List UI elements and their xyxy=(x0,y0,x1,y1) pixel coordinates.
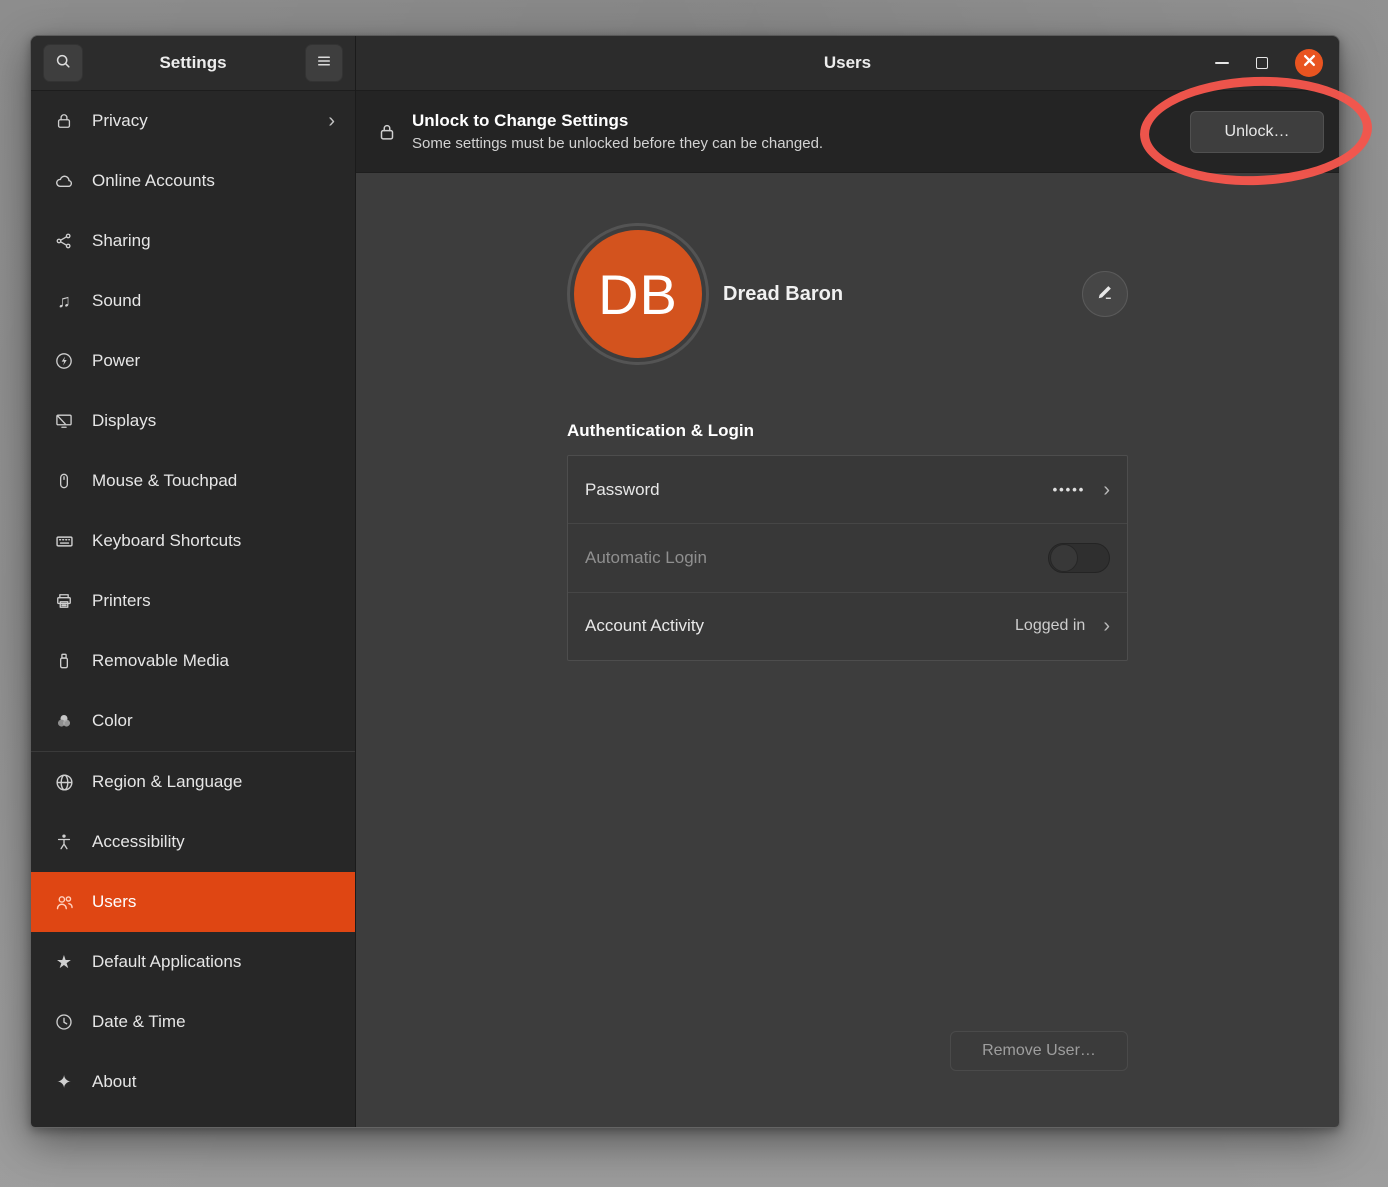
sidebar: Settings Privacy › Online Accounts xyxy=(31,36,356,1127)
sidebar-item-keyboard-shortcuts[interactable]: Keyboard Shortcuts xyxy=(31,511,355,571)
user-full-name: Dread Baron xyxy=(723,283,843,306)
close-icon xyxy=(1303,54,1316,72)
hamburger-menu-icon xyxy=(315,52,333,75)
sidebar-header: Settings xyxy=(31,36,355,91)
sidebar-item-power[interactable]: Power xyxy=(31,331,355,391)
sidebar-item-accessibility[interactable]: Accessibility xyxy=(31,812,355,872)
color-circles-icon xyxy=(53,710,75,732)
users-icon xyxy=(53,891,75,913)
keyboard-icon xyxy=(53,530,75,552)
display-icon xyxy=(53,410,75,432)
search-button[interactable] xyxy=(43,44,83,82)
unlock-banner: Unlock to Change Settings Some settings … xyxy=(356,91,1339,173)
mouse-icon xyxy=(53,470,75,492)
avatar: DB xyxy=(574,230,702,358)
banner-text: Unlock to Change Settings Some settings … xyxy=(412,111,823,152)
printer-icon xyxy=(53,590,75,612)
toggle-knob xyxy=(1050,544,1078,572)
search-icon xyxy=(53,51,73,76)
primary-menu-button[interactable] xyxy=(305,44,343,82)
sidebar-item-online-accounts[interactable]: Online Accounts xyxy=(31,151,355,211)
sidebar-list: Privacy › Online Accounts Sharing ♫ Soun… xyxy=(31,91,355,1127)
main-area: DB Dread Baron Authentication & Login Pa… xyxy=(356,173,1339,1127)
content-pane: Users Unlock to Change Settings Some set… xyxy=(356,36,1339,1127)
star-icon: ★ xyxy=(53,951,75,973)
pencil-icon xyxy=(1095,282,1115,307)
sidebar-item-color[interactable]: Color xyxy=(31,691,355,751)
sidebar-item-region-language[interactable]: Region & Language xyxy=(31,752,355,812)
maximize-button[interactable] xyxy=(1256,57,1268,69)
page-title: Users xyxy=(356,53,1339,73)
share-icon xyxy=(53,230,75,252)
edit-name-button[interactable] xyxy=(1082,271,1128,317)
remove-user-button[interactable]: Remove User… xyxy=(950,1031,1128,1071)
account-activity-value: Logged in xyxy=(1015,617,1085,635)
auth-section-heading: Authentication & Login xyxy=(567,421,1128,441)
banner-subtitle: Some settings must be unlocked before th… xyxy=(412,135,823,152)
sidebar-item-about[interactable]: ✦ About xyxy=(31,1052,355,1112)
sidebar-item-default-applications[interactable]: ★ Default Applications xyxy=(31,932,355,992)
minimize-button[interactable] xyxy=(1215,62,1229,64)
cloud-icon xyxy=(53,170,75,192)
sidebar-item-printers[interactable]: Printers xyxy=(31,571,355,631)
accessibility-icon xyxy=(53,831,75,853)
chevron-right-icon: › xyxy=(1103,480,1110,500)
sidebar-item-users[interactable]: Users xyxy=(31,872,355,932)
sidebar-item-sharing[interactable]: Sharing xyxy=(31,211,355,271)
window-controls xyxy=(1215,49,1323,77)
power-icon xyxy=(53,350,75,372)
masked-password-value: ••••• xyxy=(1053,482,1086,497)
sparkle-icon: ✦ xyxy=(53,1071,75,1093)
usb-drive-icon xyxy=(53,650,75,672)
banner-title: Unlock to Change Settings xyxy=(412,111,823,131)
sidebar-item-mouse-touchpad[interactable]: Mouse & Touchpad xyxy=(31,451,355,511)
account-activity-row[interactable]: Account Activity Logged in › xyxy=(568,592,1127,660)
password-row[interactable]: Password ••••• › xyxy=(568,456,1127,523)
sidebar-item-date-time[interactable]: Date & Time xyxy=(31,992,355,1052)
lock-icon xyxy=(376,121,398,143)
sidebar-item-sound[interactable]: ♫ Sound xyxy=(31,271,355,331)
unlock-button[interactable]: Unlock… xyxy=(1190,111,1324,153)
automatic-login-row: Automatic Login xyxy=(568,523,1127,591)
auth-card: Password ••••• › Automatic Login xyxy=(567,455,1128,661)
sidebar-item-privacy[interactable]: Privacy › xyxy=(31,91,355,151)
globe-icon xyxy=(53,771,75,793)
avatar-ring: DB xyxy=(567,223,709,365)
automatic-login-toggle[interactable] xyxy=(1048,543,1110,573)
sidebar-item-displays[interactable]: Displays xyxy=(31,391,355,451)
profile-row: DB Dread Baron xyxy=(567,223,1128,365)
chevron-right-icon: › xyxy=(1103,616,1110,636)
settings-window: Settings Privacy › Online Accounts xyxy=(30,35,1340,1128)
sidebar-item-removable-media[interactable]: Removable Media xyxy=(31,631,355,691)
titlebar: Users xyxy=(356,36,1339,91)
close-button[interactable] xyxy=(1295,49,1323,77)
clock-icon xyxy=(53,1011,75,1033)
chevron-right-icon: › xyxy=(328,111,335,131)
music-note-icon: ♫ xyxy=(53,290,75,312)
lock-icon xyxy=(53,110,75,132)
